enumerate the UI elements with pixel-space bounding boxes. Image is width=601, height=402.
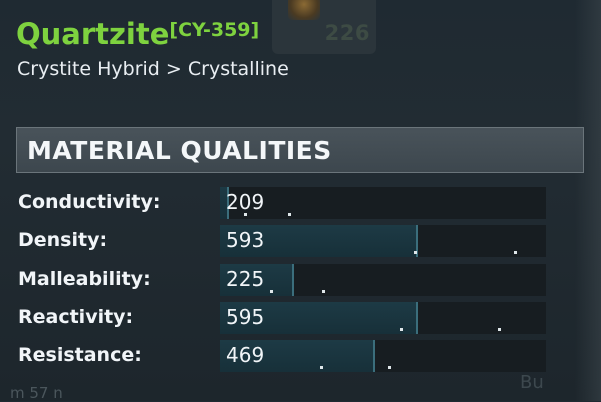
quality-value: 225 (226, 267, 265, 291)
bar-tick (320, 366, 323, 369)
item-name: Quartzite (16, 17, 170, 51)
quality-value: 209 (226, 190, 265, 214)
bar-tick (288, 213, 291, 216)
footer-partial-text: m 57 n (10, 384, 63, 402)
bar-tick (322, 290, 325, 293)
quality-bar (220, 264, 546, 296)
item-title: Quartzite[CY-359] (16, 14, 259, 54)
quality-value: 593 (226, 228, 265, 252)
footer-button-label: Bu (520, 372, 544, 393)
item-code: [CY-359] (169, 19, 260, 41)
bar-tick (414, 251, 417, 254)
item-category: Crystite Hybrid > Crystalline (17, 58, 289, 80)
quality-label: Reactivity: (18, 306, 134, 328)
quality-label: Conductivity: (18, 191, 161, 213)
quality-label: Malleability: (18, 268, 151, 290)
bar-tick (388, 366, 391, 369)
quality-row-conductivity: Conductivity: 209 (0, 187, 601, 219)
quality-row-resistance: Resistance: 469 (0, 340, 601, 372)
quality-value: 595 (226, 305, 265, 329)
quality-bar (220, 225, 546, 257)
quality-row-malleability: Malleability: 225 (0, 264, 601, 296)
bar-tick (400, 328, 403, 331)
section-header: MATERIAL QUALITIES (16, 127, 584, 173)
stack-count: 226 (324, 21, 370, 45)
quality-row-reactivity: Reactivity: 595 (0, 302, 601, 334)
quality-label: Density: (18, 229, 108, 251)
bar-tick (270, 290, 273, 293)
footer-partial-button: Bu (520, 372, 600, 401)
item-thumbnail: 226 (272, 0, 376, 54)
quality-bar (220, 340, 546, 372)
quality-bar (220, 302, 546, 334)
quality-value: 469 (226, 343, 265, 367)
quality-label: Resistance: (18, 344, 142, 366)
gem-icon (288, 0, 320, 20)
quality-row-density: Density: 593 (0, 225, 601, 257)
bar-tick (498, 328, 501, 331)
section-title: MATERIAL QUALITIES (27, 136, 332, 165)
quality-bar (220, 187, 546, 219)
bar-tick (514, 251, 517, 254)
